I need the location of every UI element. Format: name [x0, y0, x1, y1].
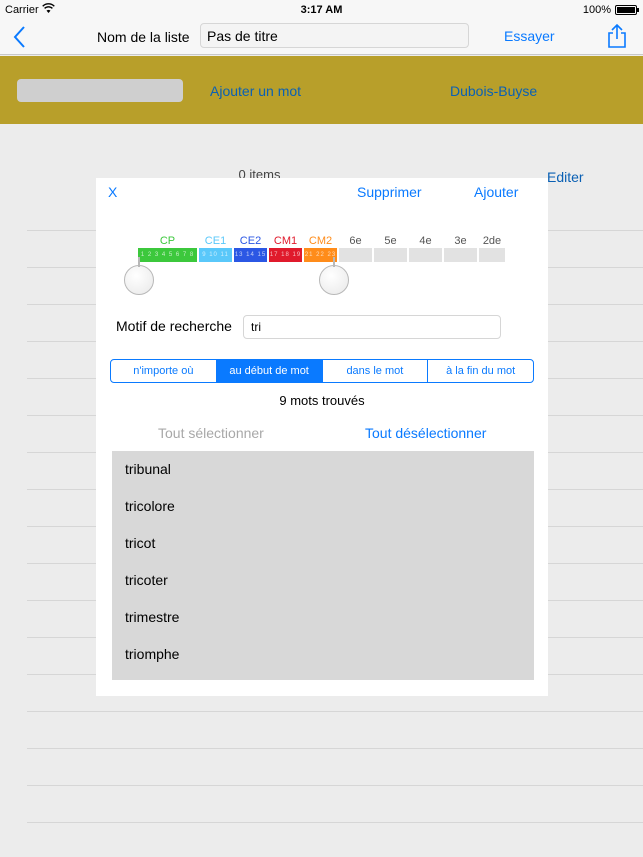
edit-button[interactable]: Editer	[547, 169, 584, 185]
search-pattern-input[interactable]	[243, 315, 501, 339]
level-bar	[479, 248, 505, 262]
match-mode-inside[interactable]: dans le mot	[321, 360, 428, 382]
deselect-all-button[interactable]: Tout désélectionner	[365, 425, 486, 441]
list-item[interactable]: triomphe	[112, 636, 534, 673]
level-bar	[409, 248, 442, 262]
list-divider	[27, 822, 643, 823]
dubois-buyse-button[interactable]: Dubois-Buyse	[450, 83, 537, 99]
delete-button[interactable]: Supprimer	[357, 184, 422, 200]
range-start-handle[interactable]	[124, 257, 154, 295]
clock: 3:17 AM	[300, 4, 343, 16]
back-chevron-icon[interactable]	[10, 24, 30, 50]
word-toolbar: Ajouter un mot Dubois-Buyse	[0, 56, 643, 124]
list-divider	[27, 748, 643, 749]
level-bar	[339, 248, 372, 262]
list-name-label: Nom de la liste	[97, 29, 190, 45]
list-item[interactable]: tricot	[112, 525, 534, 562]
battery-percent: 100%	[582, 4, 611, 16]
select-all-button[interactable]: Tout sélectionner	[158, 425, 264, 441]
list-item[interactable]: tribunal	[112, 451, 534, 488]
list-divider	[27, 711, 643, 712]
match-mode-start[interactable]: au début de mot	[215, 360, 322, 382]
level-bar	[374, 248, 407, 262]
list-divider	[27, 785, 643, 786]
navigation-bar: Nom de la liste Essayer	[0, 20, 643, 55]
level-bar: 1 2 3 4 5 6 7 8	[138, 248, 197, 262]
range-end-handle[interactable]	[319, 257, 349, 295]
add-button[interactable]: Ajouter	[474, 184, 518, 200]
level-bar: 13 14 15 16	[234, 248, 267, 262]
word-entry-field[interactable]	[17, 79, 183, 102]
add-word-button[interactable]: Ajouter un mot	[210, 83, 301, 99]
level-bar: 17 18 19 20	[269, 248, 302, 262]
match-mode-anywhere[interactable]: n'importe où	[111, 360, 216, 382]
level-bar: 9 10 11 12	[199, 248, 232, 262]
battery-icon	[615, 5, 639, 15]
status-bar: Carrier 3:17 AM 100%	[0, 0, 643, 20]
match-mode-segmented-control: n'importe où au début de mot dans le mot…	[110, 359, 534, 383]
close-button[interactable]: X	[108, 184, 117, 200]
level-bar	[444, 248, 477, 262]
search-pattern-label: Motif de recherche	[116, 318, 232, 334]
dubois-buyse-modal: X Supprimer Ajouter CP 1 2 3 4 5 6 7 8 C…	[96, 178, 548, 696]
found-words-list: tribunal tricolore tricot tricoter trime…	[112, 451, 534, 680]
list-name-input[interactable]	[200, 23, 469, 48]
found-count: 9 mots trouvés	[279, 393, 365, 408]
match-mode-end[interactable]: à la fin du mot	[427, 360, 533, 382]
list-item[interactable]: tricolore	[112, 488, 534, 525]
share-icon[interactable]	[606, 23, 628, 49]
level-range-slider[interactable]: CP 1 2 3 4 5 6 7 8 CE1 9 10 11 12 CE2 13…	[124, 235, 506, 295]
list-item[interactable]: trimestre	[112, 599, 534, 636]
try-button[interactable]: Essayer	[504, 28, 555, 44]
list-item[interactable]: tricoter	[112, 562, 534, 599]
